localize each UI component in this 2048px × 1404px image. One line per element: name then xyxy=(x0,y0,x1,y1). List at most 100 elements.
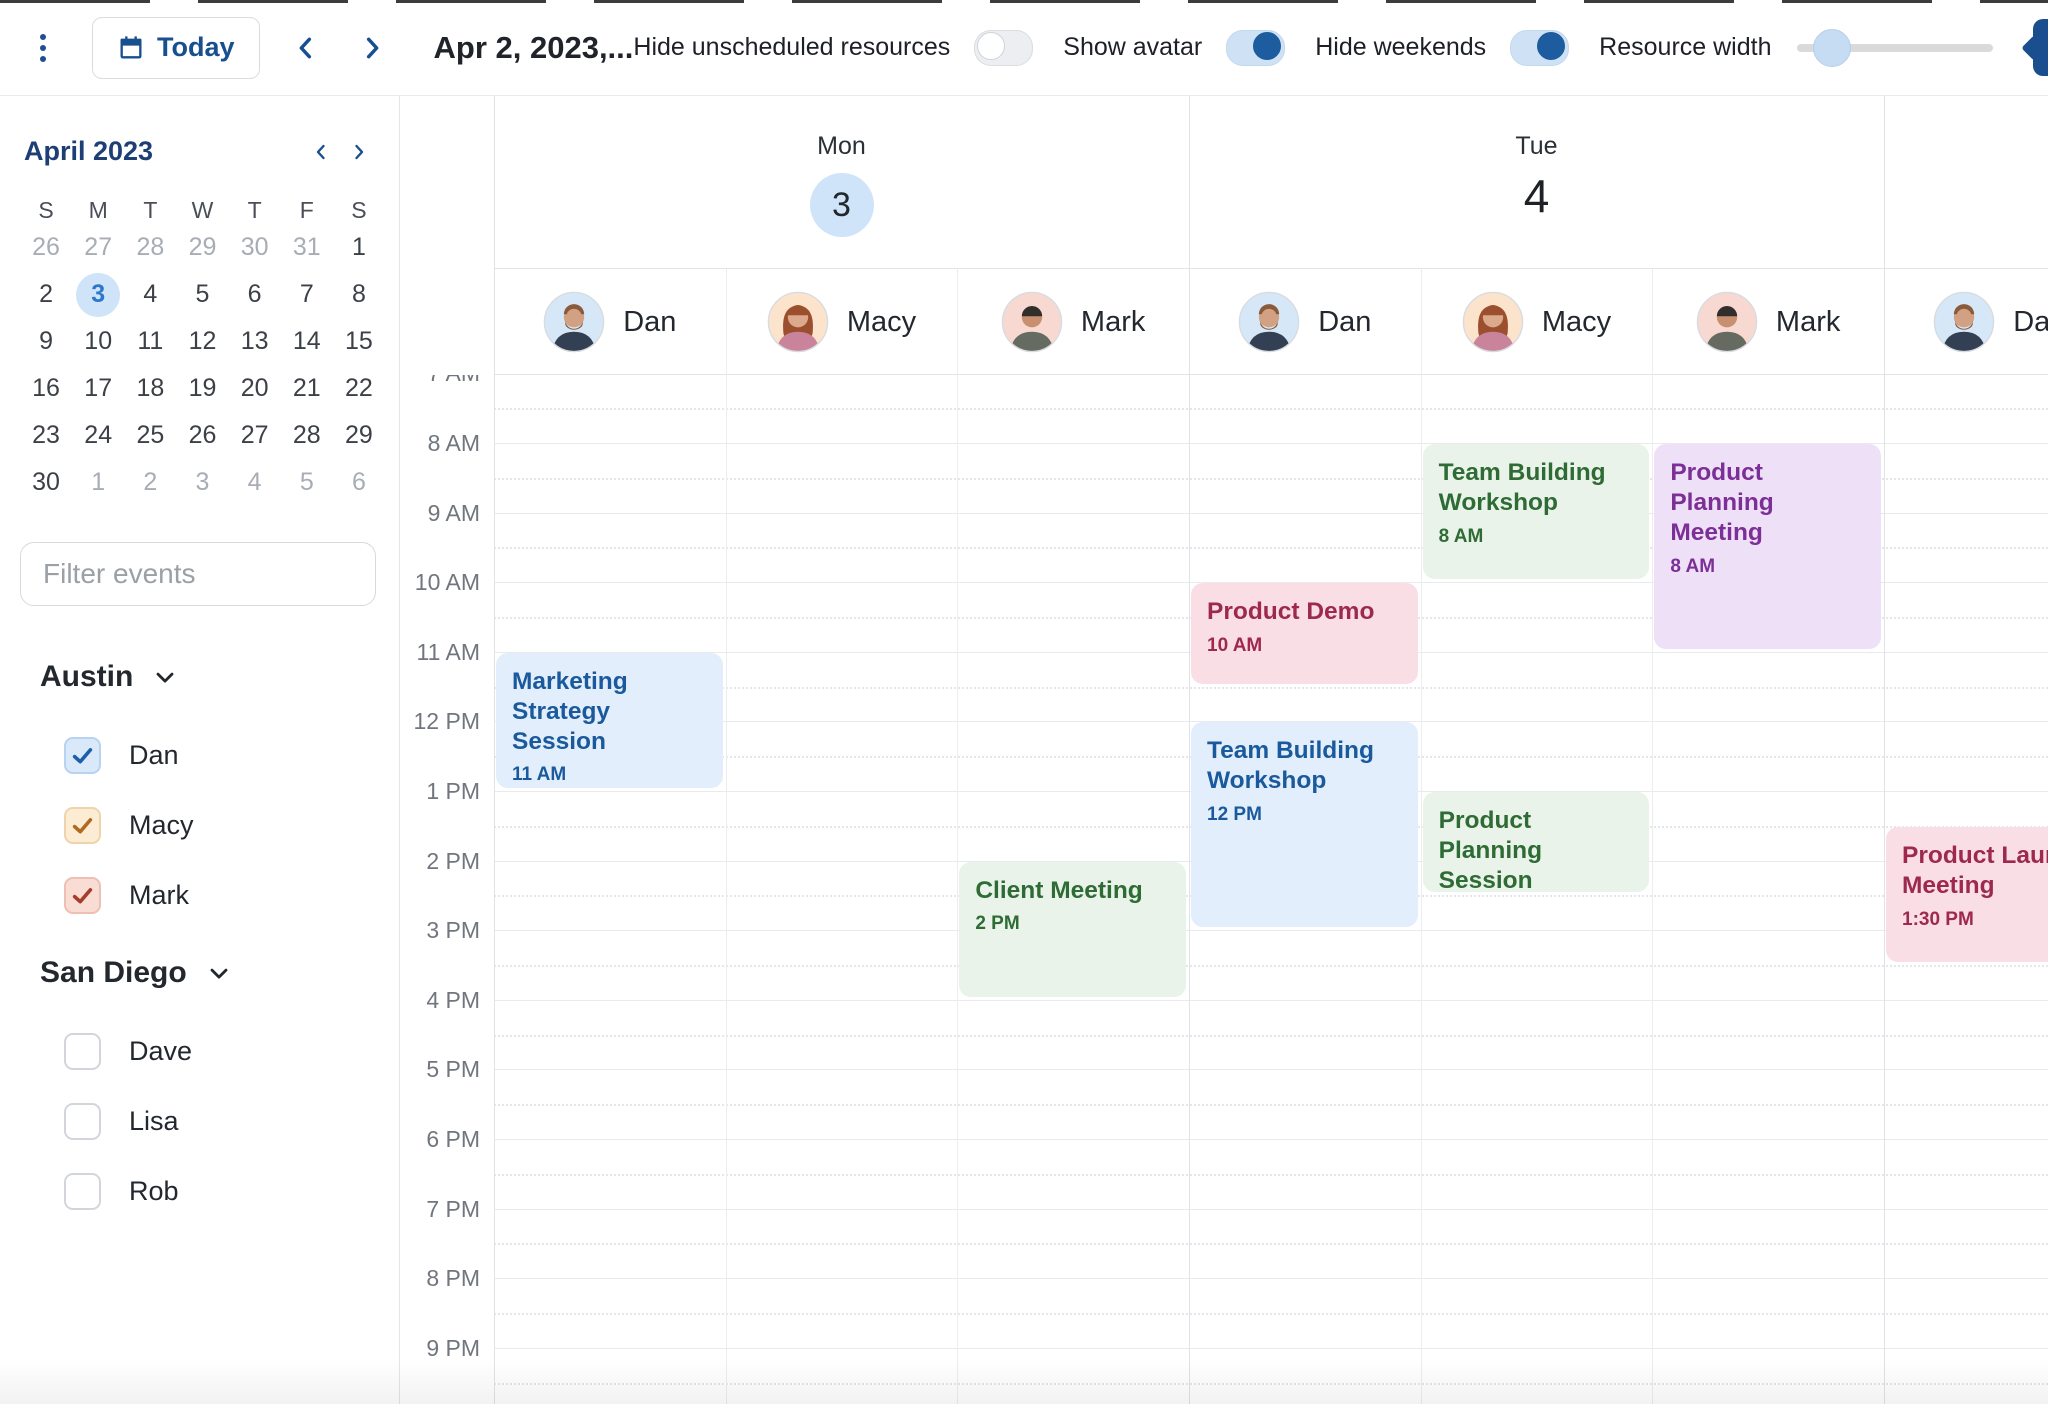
avatar xyxy=(1462,291,1524,353)
day-cell[interactable]: 13 xyxy=(229,327,281,356)
checkbox-rob[interactable] xyxy=(64,1173,101,1210)
day-cell[interactable]: 5 xyxy=(281,468,333,497)
day-cell[interactable]: 30 xyxy=(20,468,72,497)
day-cell[interactable]: 28 xyxy=(124,233,176,262)
day-cell[interactable]: 24 xyxy=(72,421,124,450)
day-cell[interactable]: 19 xyxy=(176,374,228,403)
day-cell[interactable]: 28 xyxy=(281,421,333,450)
day-cell[interactable]: 17 xyxy=(72,374,124,403)
mini-calendar-weekdays: SMTWTFS xyxy=(20,197,385,224)
toggle-switch-show-avatar[interactable] xyxy=(1226,30,1285,66)
event-time: 8 AM xyxy=(1439,526,1634,548)
today-button-label: Today xyxy=(157,32,235,63)
day-cell[interactable]: 9 xyxy=(20,327,72,356)
day-cell[interactable]: 20 xyxy=(229,374,281,403)
resource-width-slider[interactable] xyxy=(1797,44,1993,52)
time-label: 8 PM xyxy=(426,1265,480,1291)
event-card-product-planning-meeting[interactable]: Product Planning Meeting8 AM xyxy=(1654,444,1881,649)
day-cell[interactable]: 26 xyxy=(176,421,228,450)
day-cell[interactable]: 27 xyxy=(72,233,124,262)
resource-width-label: Resource width xyxy=(1599,33,1771,62)
kebab-menu-button[interactable] xyxy=(34,28,52,68)
checkbox-lisa[interactable] xyxy=(64,1103,101,1140)
day-cell[interactable]: 29 xyxy=(333,421,385,450)
toggle-label: Hide unscheduled resources xyxy=(633,33,950,62)
grid-vline xyxy=(1652,269,1653,1404)
day-cell[interactable]: 6 xyxy=(333,468,385,497)
toggle-switch-hide-weekends[interactable] xyxy=(1510,30,1569,66)
day-cell[interactable]: 1 xyxy=(333,233,385,262)
day-cell[interactable]: 4 xyxy=(229,468,281,497)
event-card-client-meeting[interactable]: Client Meeting2 PM xyxy=(959,862,1186,997)
day-cell[interactable]: 25 xyxy=(124,421,176,450)
day-cell[interactable]: 30 xyxy=(229,233,281,262)
checkbox-dan[interactable] xyxy=(64,737,101,774)
filter-events-input[interactable] xyxy=(20,542,376,606)
toggle-group-show-avatar: Show avatar xyxy=(1063,30,1285,66)
sidebar: April 2023 SMTWTFS 262728293031123456789… xyxy=(0,96,400,1404)
day-cell[interactable]: 31 xyxy=(281,233,333,262)
mini-calendar-prev-button[interactable] xyxy=(307,138,335,166)
day-cell[interactable]: 10 xyxy=(72,327,124,356)
day-header-cell-tue[interactable]: Tue4 xyxy=(1189,96,1884,269)
toggle-group-hide-unscheduled-resources: Hide unscheduled resources xyxy=(633,30,1033,66)
day-cell[interactable]: 29 xyxy=(176,233,228,262)
day-cell[interactable]: 6 xyxy=(229,280,281,309)
group-header-san-diego[interactable]: San Diego xyxy=(0,956,399,990)
event-card-product-demo[interactable]: Product Demo10 AM xyxy=(1191,583,1418,683)
today-button[interactable]: Today xyxy=(92,17,260,79)
day-cell[interactable]: 11 xyxy=(124,327,176,356)
day-header-cell-mon[interactable]: Mon3 xyxy=(494,96,1189,269)
day-cell[interactable]: 16 xyxy=(20,374,72,403)
day-cell[interactable]: 8 xyxy=(333,280,385,309)
time-label: 7 PM xyxy=(426,1196,480,1222)
resource-width-value-badge: 10 em xyxy=(2033,19,2048,76)
event-card-product-launch-meeting[interactable]: Product Launch Meeting1:30 PM xyxy=(1886,827,2048,962)
day-cell[interactable]: 27 xyxy=(229,421,281,450)
mini-calendar-row: 2345678 xyxy=(20,271,385,318)
day-cell[interactable]: 1 xyxy=(72,468,124,497)
day-cell[interactable]: 3 xyxy=(72,273,124,317)
day-header-cell-2[interactable] xyxy=(1884,96,2048,269)
day-cell[interactable]: 12 xyxy=(176,327,228,356)
event-card-product-planning-session[interactable]: Product Planning Session1 PM xyxy=(1423,792,1650,892)
day-cell[interactable]: 7 xyxy=(281,280,333,309)
resource-header-row: DanMacyMarkDanMacyMarkDan xyxy=(494,269,2048,375)
resource-name: Dan xyxy=(623,306,676,339)
event-card-team-building-workshop[interactable]: Team Building Workshop8 AM xyxy=(1423,444,1650,579)
day-cell[interactable]: 14 xyxy=(281,327,333,356)
day-cell[interactable]: 21 xyxy=(281,374,333,403)
day-cell[interactable]: 4 xyxy=(124,280,176,309)
grid-body[interactable]: Marketing Strategy Session11 AM Client Me… xyxy=(494,375,2048,1404)
resource-filter-row-dan: Dan xyxy=(0,720,399,790)
prev-button[interactable] xyxy=(286,28,326,68)
hour-line xyxy=(494,1278,2048,1279)
day-cell[interactable]: 23 xyxy=(20,421,72,450)
day-cell[interactable]: 2 xyxy=(20,280,72,309)
resource-name-label: Dan xyxy=(129,740,179,771)
day-cell[interactable]: 18 xyxy=(124,374,176,403)
day-header-row: Mon3Tue4 xyxy=(494,96,2048,269)
day-cell[interactable]: 22 xyxy=(333,374,385,403)
checkbox-dave[interactable] xyxy=(64,1033,101,1070)
mini-calendar-row: 2627282930311 xyxy=(20,224,385,271)
event-card-team-building-workshop[interactable]: Team Building Workshop12 PM xyxy=(1191,722,1418,927)
day-cell[interactable]: 15 xyxy=(333,327,385,356)
checkbox-macy[interactable] xyxy=(64,807,101,844)
day-cell[interactable]: 2 xyxy=(124,468,176,497)
chevron-right-icon xyxy=(356,32,388,64)
mini-calendar-next-button[interactable] xyxy=(345,138,373,166)
toggle-switch-hide-unscheduled-resources[interactable] xyxy=(974,30,1033,66)
event-card-marketing-strategy-session[interactable]: Marketing Strategy Session11 AM xyxy=(496,653,723,788)
group-spacer xyxy=(0,930,399,956)
slider-thumb[interactable] xyxy=(1813,29,1851,67)
day-cell[interactable]: 3 xyxy=(176,468,228,497)
resource-name-label: Mark xyxy=(129,880,189,911)
group-header-austin[interactable]: Austin xyxy=(0,660,399,694)
day-cell[interactable]: 5 xyxy=(176,280,228,309)
checkbox-mark[interactable] xyxy=(64,877,101,914)
day-cell[interactable]: 26 xyxy=(20,233,72,262)
today-date-badge: 3 xyxy=(810,173,874,237)
day-separator-line xyxy=(1189,96,1190,1404)
next-button[interactable] xyxy=(352,28,392,68)
